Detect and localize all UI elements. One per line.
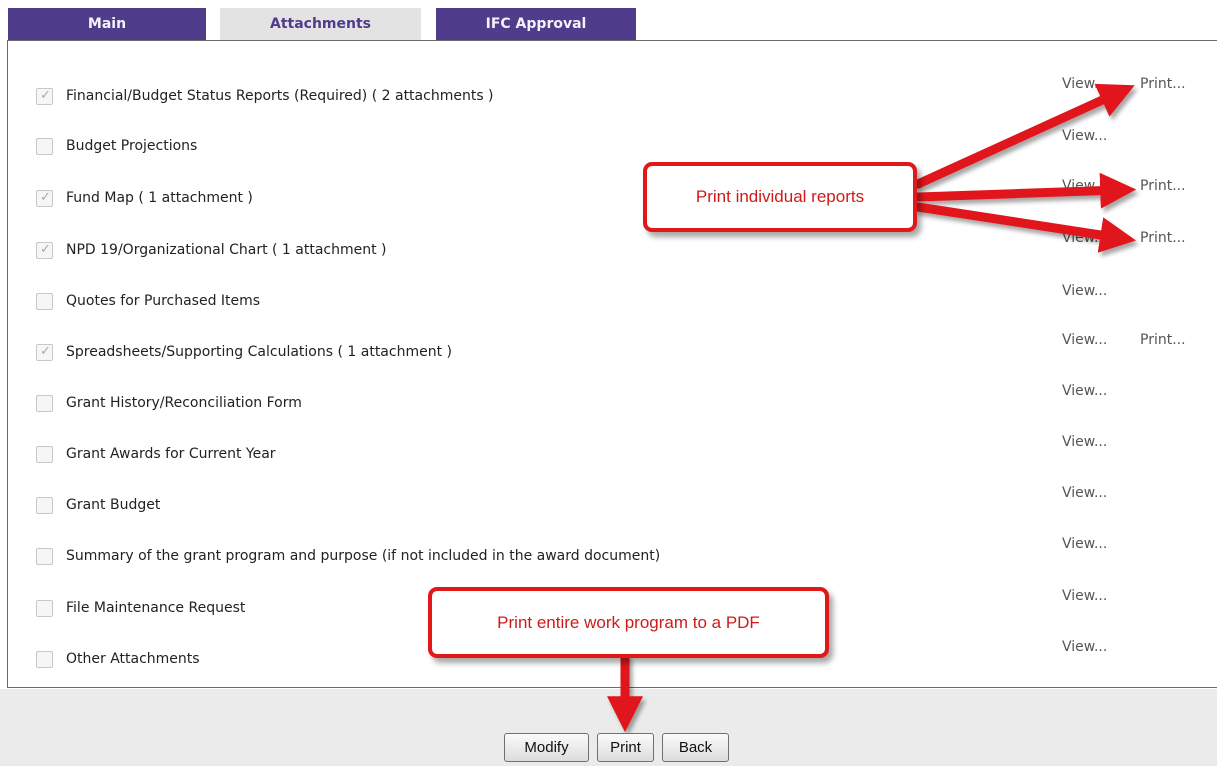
view-link[interactable]: View... — [1062, 485, 1107, 501]
print-link[interactable]: Print... — [1140, 178, 1186, 194]
view-link[interactable]: View... — [1062, 536, 1107, 552]
check-icon: ✓ — [40, 190, 51, 205]
print-link[interactable]: Print... — [1140, 230, 1186, 246]
attachment-label: Summary of the grant program and purpose… — [66, 548, 661, 564]
print-button[interactable]: Print — [597, 733, 654, 762]
attachment-checkbox[interactable] — [36, 600, 53, 617]
attachment-checkbox[interactable] — [36, 395, 53, 412]
attachment-row: Budget Projections View... — [0, 128, 1217, 162]
attachment-label: Grant History/Reconciliation Form — [66, 395, 302, 411]
attachment-row: ✓ NPD 19/Organizational Chart ( 1 attach… — [0, 230, 1217, 266]
view-link[interactable]: View... — [1062, 434, 1107, 450]
view-link[interactable]: View... — [1062, 383, 1107, 399]
attachment-label: File Maintenance Request — [66, 600, 246, 616]
attachment-label: Other Attachments — [66, 651, 200, 667]
attachment-label: Fund Map ( 1 attachment ) — [66, 190, 253, 206]
attachment-checkbox[interactable] — [36, 497, 53, 514]
view-link[interactable]: View... — [1062, 332, 1107, 348]
print-link[interactable]: Print... — [1140, 76, 1186, 92]
attachment-label: Budget Projections — [66, 138, 198, 154]
attachment-row: Grant Budget View... — [0, 485, 1217, 521]
view-link[interactable]: View... — [1062, 76, 1107, 92]
attachment-label: Financial/Budget Status Reports (Require… — [66, 88, 494, 104]
attachment-label: NPD 19/Organizational Chart ( 1 attachme… — [66, 242, 387, 258]
attachment-row: Quotes for Purchased Items View... — [0, 283, 1217, 317]
print-link[interactable]: Print... — [1140, 332, 1186, 348]
callout-print-individual: Print individual reports — [643, 162, 917, 232]
attachment-checkbox[interactable]: ✓ — [36, 88, 53, 105]
attachment-checkbox[interactable] — [36, 548, 53, 565]
attachment-label: Spreadsheets/Supporting Calculations ( 1… — [66, 344, 452, 360]
view-link[interactable]: View... — [1062, 230, 1107, 246]
view-link[interactable]: View... — [1062, 178, 1107, 194]
attachment-row: ✓ Financial/Budget Status Reports (Requi… — [0, 76, 1217, 112]
attachment-row: ✓ Spreadsheets/Supporting Calculations (… — [0, 332, 1217, 368]
attachment-checkbox[interactable]: ✓ — [36, 344, 53, 361]
attachment-checkbox[interactable] — [36, 138, 53, 155]
view-link[interactable]: View... — [1062, 639, 1107, 655]
view-link[interactable]: View... — [1062, 588, 1107, 604]
attachment-label: Grant Awards for Current Year — [66, 446, 276, 462]
tab-ifc-approval[interactable]: IFC Approval — [436, 8, 636, 41]
attachment-checkbox[interactable] — [36, 446, 53, 463]
back-button[interactable]: Back — [662, 733, 729, 762]
check-icon: ✓ — [40, 344, 51, 359]
attachment-label: Quotes for Purchased Items — [66, 293, 261, 309]
attachment-row: Grant History/Reconciliation Form View..… — [0, 383, 1217, 419]
callout-print-entire: Print entire work program to a PDF — [428, 587, 829, 658]
check-icon: ✓ — [40, 242, 51, 257]
attachment-row: ✓ Fund Map ( 1 attachment ) View... Prin… — [0, 178, 1217, 214]
attachment-label: Grant Budget — [66, 497, 161, 513]
attachment-checkbox[interactable]: ✓ — [36, 190, 53, 207]
view-link[interactable]: View... — [1062, 128, 1107, 144]
attachment-checkbox[interactable] — [36, 651, 53, 668]
view-link[interactable]: View... — [1062, 283, 1107, 299]
attachment-checkbox[interactable]: ✓ — [36, 242, 53, 259]
modify-button[interactable]: Modify — [504, 733, 589, 762]
attachment-checkbox[interactable] — [36, 293, 53, 310]
tab-attachments[interactable]: Attachments — [220, 8, 421, 41]
attachment-row: Summary of the grant program and purpose… — [0, 536, 1217, 572]
tab-main[interactable]: Main — [8, 8, 206, 41]
check-icon: ✓ — [40, 88, 51, 103]
attachment-row: Grant Awards for Current Year View... — [0, 434, 1217, 470]
